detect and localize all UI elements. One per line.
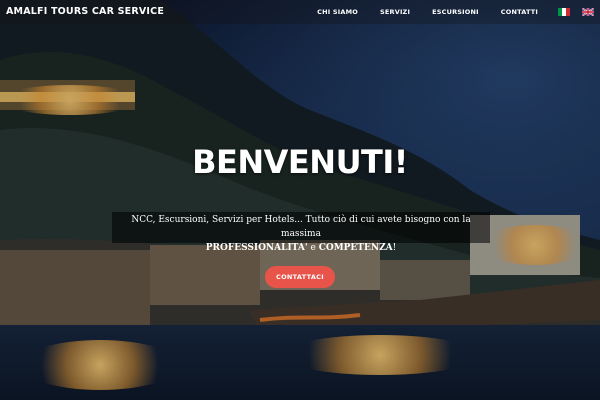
main-menu: CHI SIAMO SERVIZI ESCURSIONI CONTATTI [295,0,594,24]
hero-title: BENVENUTI! [192,143,408,181]
nav-item-servizi[interactable]: SERVIZI [380,8,410,16]
hero-strong-professionalita: PROFESSIONALITA' [205,243,308,253]
brand-logo-link[interactable]: AMALFI TOURS CAR SERVICE [6,6,164,17]
top-navbar: AMALFI TOURS CAR SERVICE CHI SIAMO SERVI… [0,0,600,24]
italian-flag-icon[interactable] [558,8,570,16]
dark-overlay [0,0,600,400]
nav-item-chi-siamo[interactable]: CHI SIAMO [317,8,358,16]
hero-description: NCC, Escursioni, Servizi per Hotels... T… [112,212,490,253]
hero-description-line2: PROFESSIONALITA' e COMPETENZA! [112,241,490,255]
hero-exclamation: ! [392,243,397,253]
nav-item-escursioni[interactable]: ESCURSIONI [432,8,479,16]
hero-background-image [0,0,600,400]
uk-flag-icon[interactable] [582,8,594,16]
hero-conjunction: e [307,243,319,253]
nav-item-contatti[interactable]: CONTATTI [501,8,538,16]
contattaci-button[interactable]: CONTATTACI [265,266,335,288]
hero-description-line1: NCC, Escursioni, Servizi per Hotels... T… [131,215,471,239]
hero-strong-competenza: COMPETENZA [318,243,393,253]
